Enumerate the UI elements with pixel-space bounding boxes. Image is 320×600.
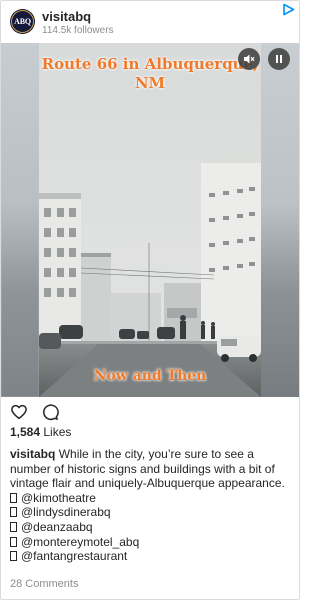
avatar-ring [11,10,34,33]
video-caption-title: Route 66 in Albuquerque, NM [41,55,259,92]
mention-link[interactable]: @montereymotel_abq [21,535,139,549]
route-66-photo: Route 66 in Albuquerque, NM Now and Then [39,43,261,397]
comment-icon[interactable] [41,403,59,421]
mention-line: @lindysdinerabq [10,505,294,520]
video-caption-subtitle: Now and Then [93,368,207,384]
mention-link[interactable]: @fantangrestaurant [21,549,127,563]
emoji-placeholder-icon [10,492,17,503]
pause-icon [276,55,282,63]
emoji-placeholder-icon [10,507,17,518]
play-triangle-icon[interactable] [282,3,295,16]
mute-button[interactable] [238,48,260,70]
mention-line: @montereymotel_abq [10,535,294,550]
post-header: ABQ visitabq 114.5k followers [1,1,299,43]
like-count[interactable]: 1,584 Likes [10,425,71,439]
emoji-placeholder-icon [10,521,17,532]
like-number: 1,584 [10,425,41,439]
emoji-placeholder-icon [10,551,17,562]
username[interactable]: visitabq [42,9,91,24]
post-description: visitabq While in the city, you’re sure … [10,447,294,564]
blurred-backdrop-left [1,43,39,397]
description-username[interactable]: visitabq [10,447,55,461]
instagram-embed-card: ABQ visitabq 114.5k followers Route 66 i… [0,0,300,600]
mention-link[interactable]: @deanzaabq [21,520,93,534]
mention-link[interactable]: @lindysdinerabq [21,505,111,519]
avatar[interactable]: ABQ [10,9,35,34]
follower-count: 114.5k followers [42,25,114,36]
mention-line: @kimotheatre [10,491,294,506]
like-label: Likes [43,425,72,439]
action-bar [1,401,299,423]
mention-line: @deanzaabq [10,520,294,535]
mention-link[interactable]: @kimotheatre [21,491,96,505]
mention-line: @fantangrestaurant [10,549,294,564]
video-media[interactable]: Route 66 in Albuquerque, NM Now and Then [1,43,299,397]
heart-icon[interactable] [10,403,28,421]
speaker-muted-icon [244,54,255,64]
emoji-placeholder-icon [10,536,17,547]
blurred-backdrop-right [261,43,299,397]
comments-link[interactable]: 28 Comments [10,578,78,590]
pause-button[interactable] [268,48,290,70]
street-scene-illustration [39,43,261,397]
